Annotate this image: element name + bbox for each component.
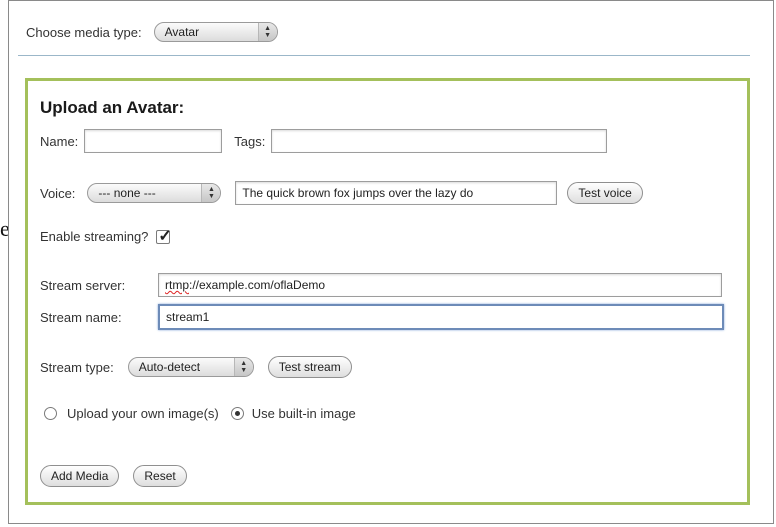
name-tags-row: Name: Tags: xyxy=(40,129,608,153)
voice-select-value: --- none --- xyxy=(98,186,156,200)
form-title: Upload an Avatar: xyxy=(40,98,185,117)
add-media-button[interactable]: Add Media xyxy=(40,465,120,487)
voice-select[interactable]: --- none --- ▲ ▼ xyxy=(87,183,222,203)
stream-type-select[interactable]: Auto-detect ▲ ▼ xyxy=(127,357,254,377)
stream-server-row: Stream server: rtmp://example.com/oflaDe… xyxy=(40,273,722,297)
builtin-image-label: Use built-in image xyxy=(251,406,356,421)
stream-server-label: Stream server: xyxy=(40,277,126,293)
tags-label: Tags: xyxy=(234,133,266,149)
stream-type-value: Auto-detect xyxy=(138,360,201,374)
voice-text-input[interactable] xyxy=(235,181,558,205)
name-label: Name: xyxy=(40,133,79,149)
checkmark-icon: ✓ xyxy=(158,227,172,245)
form-actions: Add Media Reset xyxy=(40,465,187,487)
reset-button[interactable]: Reset xyxy=(133,465,187,487)
stream-type-label: Stream type: xyxy=(40,359,114,375)
name-input[interactable] xyxy=(84,129,223,153)
media-type-select[interactable]: Avatar ▲ ▼ xyxy=(153,22,278,42)
streaming-checkbox[interactable]: ✓ xyxy=(156,228,172,245)
streaming-row: Enable streaming? ✓ xyxy=(40,228,172,245)
voice-row: Voice: --- none --- ▲▼ Test voice xyxy=(40,181,643,205)
upload-own-label: Upload your own image(s) xyxy=(67,406,219,421)
section-divider xyxy=(18,55,750,56)
updown-arrows-icon: ▲ ▼ xyxy=(257,23,277,41)
stream-server-value-prefix: rtmp xyxy=(165,278,189,292)
stream-name-row: Stream name: xyxy=(40,304,724,330)
stream-type-row: Stream type: Auto-detect ▲ ▼ Test stream xyxy=(40,356,352,378)
media-type-value: Avatar xyxy=(164,25,200,39)
test-voice-button[interactable]: Test voice xyxy=(567,182,643,204)
test-stream-button[interactable]: Test stream xyxy=(267,356,352,378)
media-type-row: Choose media type: Avatar ▲ ▼ xyxy=(26,22,278,42)
tags-input[interactable] xyxy=(271,129,608,153)
stream-server-value-rest: ://example.com/oflaDemo xyxy=(189,278,326,292)
media-type-label: Choose media type: xyxy=(26,24,142,40)
upload-own-radio[interactable] xyxy=(44,407,57,420)
radio-selected-dot-icon xyxy=(234,411,240,416)
stream-name-input[interactable] xyxy=(158,304,724,330)
streaming-label: Enable streaming? xyxy=(40,229,149,244)
updown-arrows-icon: ▲ ▼ xyxy=(201,184,221,202)
voice-label: Voice: xyxy=(40,185,76,201)
stream-name-label: Stream name: xyxy=(40,309,122,325)
image-source-row: Upload your own image(s) Use built-in im… xyxy=(44,406,356,421)
stream-server-input[interactable]: rtmp://example.com/oflaDemo xyxy=(158,273,722,297)
builtin-image-radio[interactable] xyxy=(230,407,244,420)
updown-arrows-icon: ▲ ▼ xyxy=(233,358,253,376)
